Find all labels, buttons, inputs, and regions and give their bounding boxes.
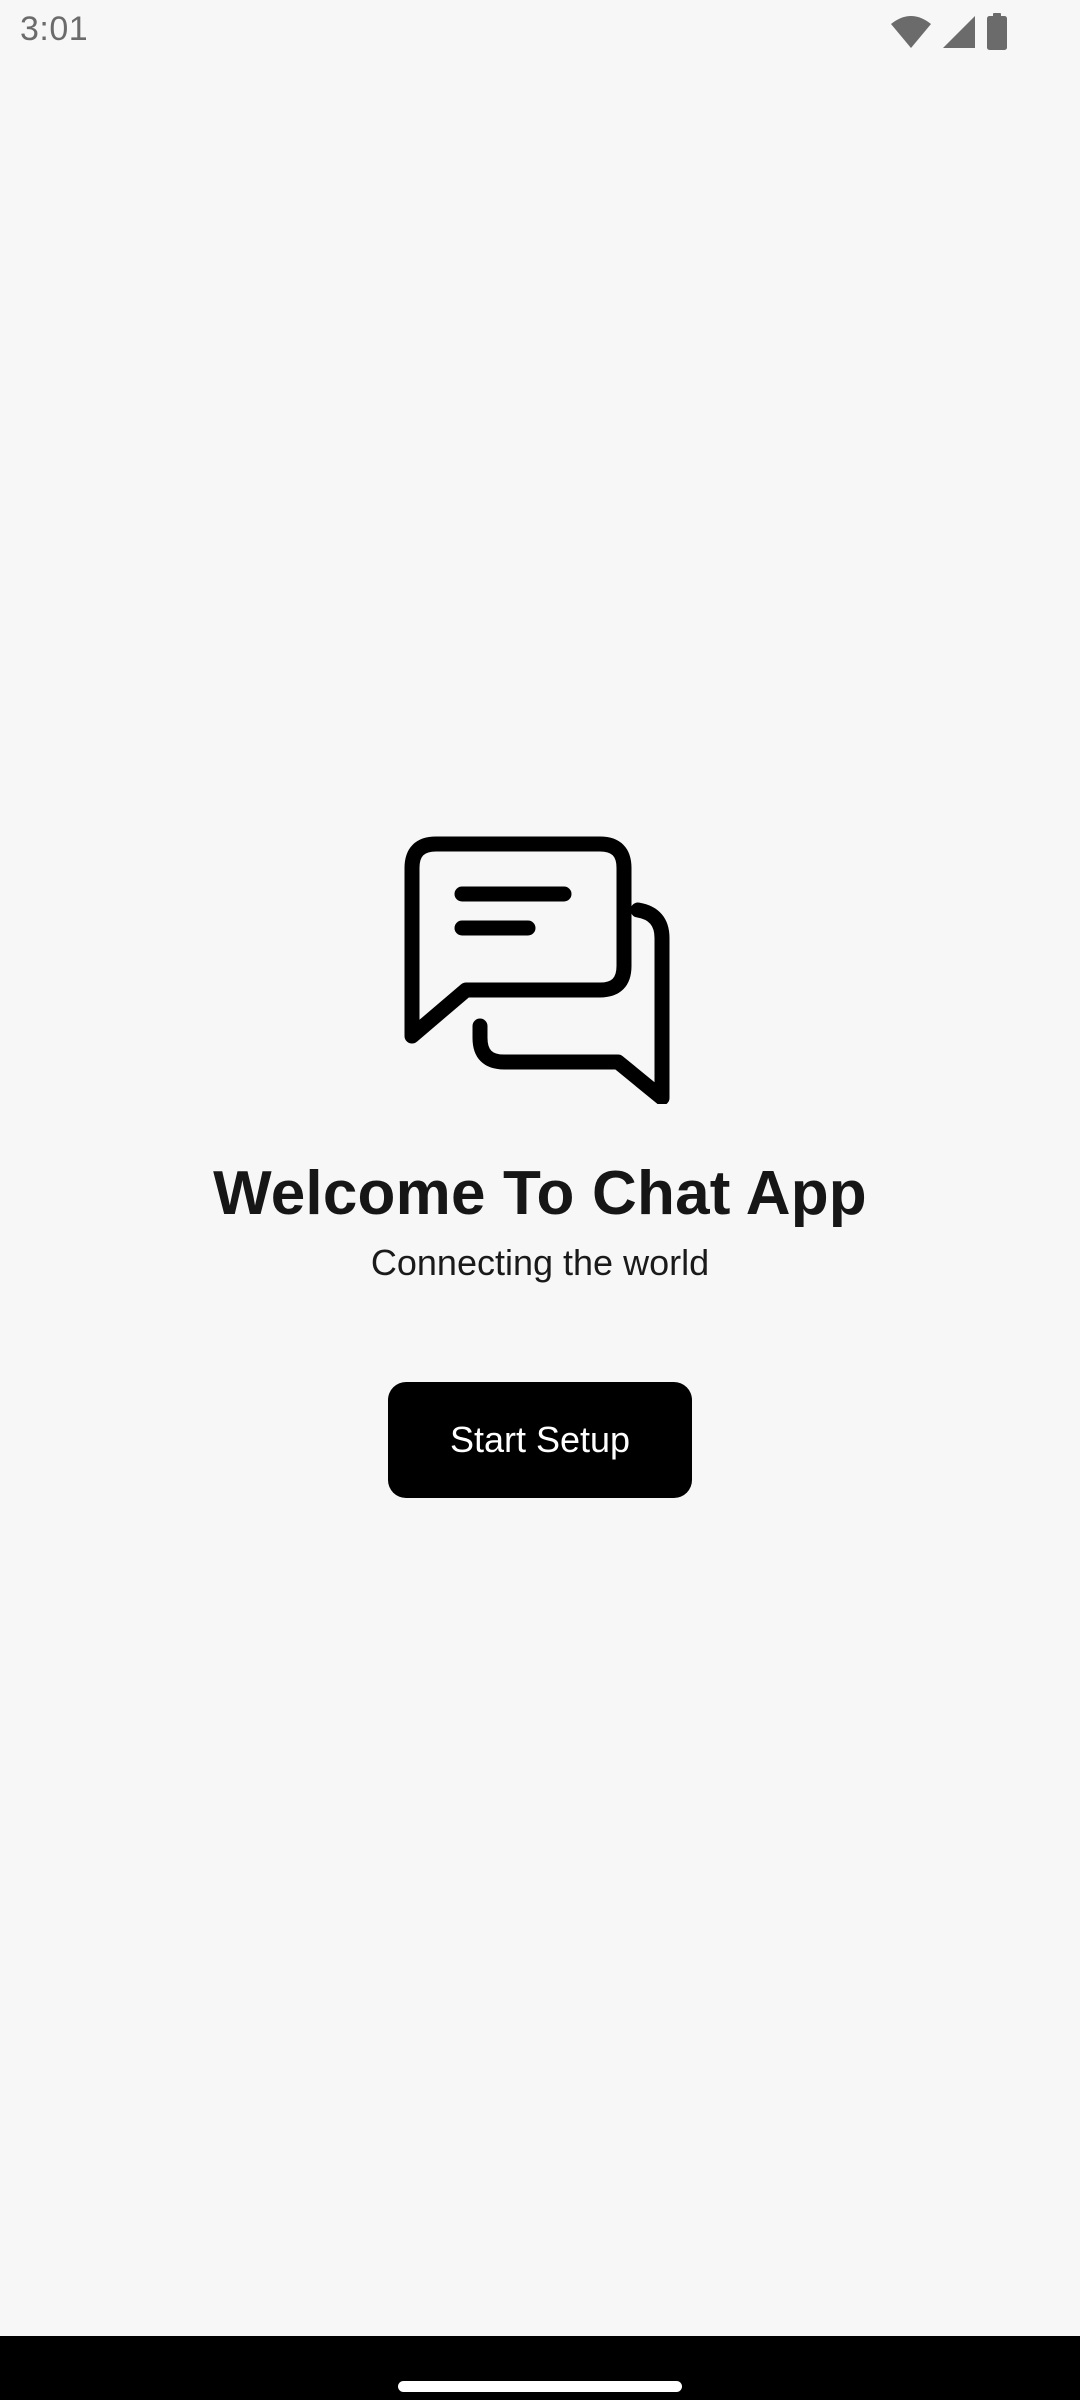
start-setup-button-label: Start Setup bbox=[449, 1419, 631, 1460]
status-bar: 3:01 bbox=[0, 0, 1080, 64]
home-gesture-handle[interactable] bbox=[398, 2381, 682, 2392]
welcome-subtitle: Connecting the world bbox=[370, 1242, 710, 1283]
wifi-icon bbox=[890, 14, 932, 50]
status-time: 3:01 bbox=[20, 10, 89, 48]
start-setup-button[interactable]: Start Setup bbox=[388, 1382, 692, 1498]
chat-bubbles-icon bbox=[404, 836, 676, 1106]
cellular-signal-icon bbox=[942, 15, 976, 49]
status-icons bbox=[890, 12, 1008, 52]
battery-icon bbox=[986, 13, 1008, 51]
welcome-title: Welcome To Chat App bbox=[213, 1159, 867, 1228]
